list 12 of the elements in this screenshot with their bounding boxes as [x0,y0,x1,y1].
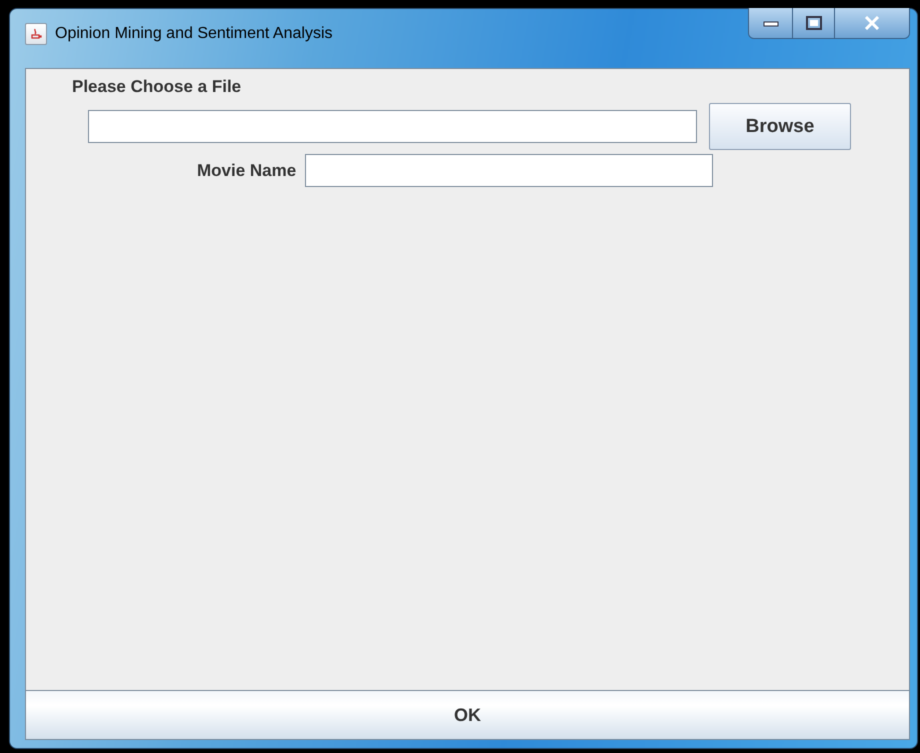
minimize-button[interactable] [749,8,793,38]
movie-name-label: Movie Name [197,160,296,180]
maximize-icon [806,16,822,30]
close-icon [864,16,880,30]
movie-name-field[interactable] [305,154,714,187]
minimize-icon [762,19,778,27]
ok-button[interactable]: OK [26,690,909,739]
file-path-field[interactable] [88,110,697,143]
file-label: Please Choose a File [72,77,242,97]
maximize-button[interactable] [793,8,835,38]
window-title: Opinion Mining and Sentiment Analysis [55,24,332,44]
browse-button[interactable]: Browse [709,103,851,150]
